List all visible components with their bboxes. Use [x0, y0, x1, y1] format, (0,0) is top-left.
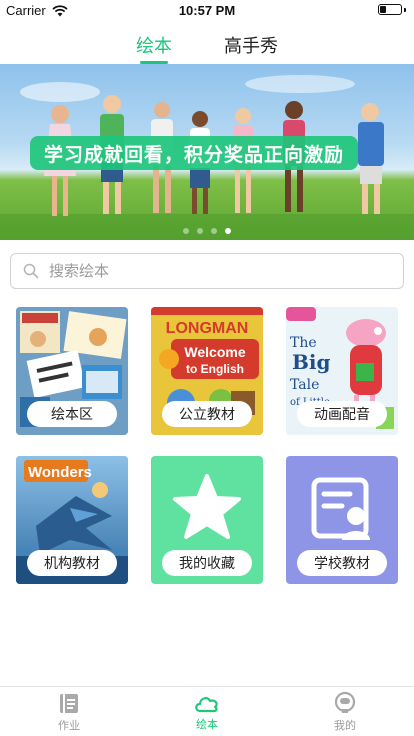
- cover-title: LONGMAN: [166, 320, 249, 337]
- cover-title: Wonders: [28, 464, 92, 481]
- cover-title: to English: [186, 362, 244, 376]
- cover-title: Tale: [290, 377, 319, 393]
- category-label: 绘本区: [27, 401, 117, 427]
- cover-title: Welcome: [184, 344, 245, 360]
- carousel-dot[interactable]: [197, 228, 203, 234]
- banner-caption: 学习成就回看，积分奖品正向激励: [30, 136, 359, 170]
- tab-experts-show[interactable]: 高手秀: [224, 24, 278, 64]
- carousel-dot[interactable]: [211, 228, 217, 234]
- category-grid: 绘本区 LONGMAN Welcome to English 公立教材 The …: [16, 307, 400, 584]
- category-label: 公立教材: [162, 401, 252, 427]
- tab-picture-books[interactable]: 绘本: [136, 24, 172, 64]
- top-tabs: 绘本 高手秀: [0, 24, 414, 64]
- profile-icon: [334, 691, 356, 713]
- category-card-school-textbooks[interactable]: 学校教材: [286, 456, 398, 584]
- carousel-dots: [0, 228, 414, 234]
- cover-title: The: [290, 335, 317, 351]
- nav-label: 作业: [58, 718, 80, 732]
- category-card-animation-dubbing[interactable]: The Big Tale of Little 动画配音: [286, 307, 398, 435]
- category-card-my-favorites[interactable]: 我的收藏: [151, 456, 263, 584]
- category-label: 动画配音: [297, 401, 387, 427]
- category-label: 机构教材: [27, 550, 117, 576]
- search-bar[interactable]: [10, 253, 404, 289]
- nav-item-profile[interactable]: 我的: [276, 687, 414, 736]
- nav-item-homework[interactable]: 作业: [0, 687, 138, 736]
- cover-title: Big: [292, 350, 331, 374]
- carousel-dot-active[interactable]: [225, 228, 231, 234]
- cloud-icon: [195, 696, 218, 712]
- promo-banner[interactable]: 学习成就回看，积分奖品正向激励: [0, 64, 414, 240]
- category-label: 学校教材: [297, 550, 387, 576]
- tab-label: 绘本: [136, 36, 172, 57]
- status-bar: Carrier 10:57 PM: [0, 0, 414, 20]
- category-card-institution-textbooks[interactable]: Wonders 机构教材: [16, 456, 128, 584]
- nav-label: 绘本: [196, 717, 218, 731]
- tab-label: 高手秀: [224, 36, 278, 57]
- nav-item-picture-books[interactable]: 绘本: [138, 687, 276, 736]
- nav-label: 我的: [334, 718, 356, 732]
- category-card-public-textbooks[interactable]: LONGMAN Welcome to English 公立教材: [151, 307, 263, 435]
- homework-icon: [60, 693, 78, 713]
- category-label: 我的收藏: [162, 550, 252, 576]
- search-icon: [23, 263, 39, 279]
- category-card-picture-books[interactable]: 绘本区: [16, 307, 128, 435]
- search-input[interactable]: [49, 262, 403, 280]
- bottom-nav: 作业 绘本 我的: [0, 686, 414, 736]
- carousel-dot[interactable]: [183, 228, 189, 234]
- battery-icon: [378, 4, 406, 15]
- status-time: 10:57 PM: [178, 3, 236, 18]
